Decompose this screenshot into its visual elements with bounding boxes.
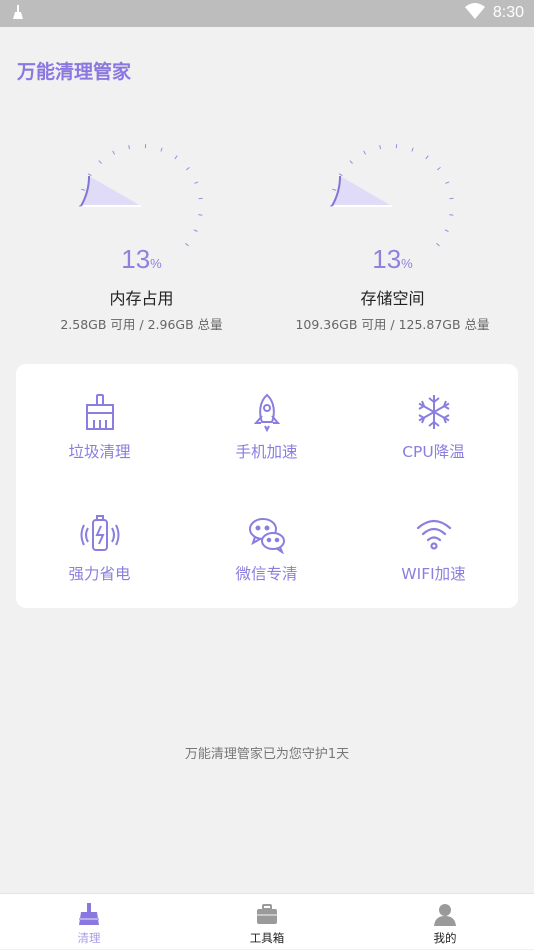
gauge-tick (194, 230, 198, 232)
app-title: 万能清理管家 (17, 57, 131, 84)
power-saving-button[interactable]: 强力省电 (16, 486, 183, 596)
wifi-icon (414, 514, 454, 554)
gauge-tick (129, 145, 130, 149)
cleaner-notification-icon (12, 4, 24, 24)
nav-tab-clean[interactable]: 清理 (0, 894, 178, 950)
gauge-fill (332, 176, 392, 206)
bottom-nav: 清理 工具箱 我的 (0, 893, 534, 949)
junk-clean-button[interactable]: 垃圾清理 (16, 364, 183, 474)
gauge-tick (380, 145, 381, 149)
gauge-tick (339, 174, 342, 176)
battery-charging-icon (80, 514, 120, 554)
rocket-icon (247, 392, 287, 432)
gauge-tick (412, 148, 413, 152)
wechat-icon (247, 514, 287, 554)
nav-tab-toolbox[interactable]: 工具箱 (178, 894, 356, 950)
snowflake-icon (414, 392, 454, 432)
gauge-fill (81, 176, 141, 206)
gauge-tick (194, 182, 198, 184)
broom-icon (77, 902, 101, 926)
gauge-tick (350, 161, 353, 164)
memory-gauge[interactable]: 13% 内存占用 2.58GB 可用 / 2.96GB 总量 (8, 140, 275, 340)
storage-gauge[interactable]: 13% 存储空间 109.36GB 可用 / 125.87GB 总量 (259, 140, 526, 340)
storage-detail: 109.36GB 可用 / 125.87GB 总量 (259, 314, 526, 333)
toolbox-icon (255, 902, 279, 926)
cpu-cooldown-button[interactable]: CPU降温 (350, 364, 517, 474)
gauge-tick (437, 167, 440, 169)
gauge-tick (161, 148, 162, 152)
guard-days-text: 万能清理管家已为您守护1天 (0, 743, 534, 762)
gauge-tick (113, 151, 115, 155)
broom-icon (80, 392, 120, 432)
gauge-tick (332, 189, 336, 190)
memory-percent: 13% (8, 244, 275, 275)
gauge-tick (445, 230, 449, 232)
wifi-speedup-button[interactable]: WIFI加速 (350, 486, 517, 596)
gauge-tick (445, 182, 449, 184)
wechat-clean-button[interactable]: 微信专清 (183, 486, 350, 596)
gauge-tick (175, 156, 177, 159)
tools-card: 垃圾清理 手机加速 CPU降温 (16, 364, 518, 608)
phone-speedup-button[interactable]: 手机加速 (183, 364, 350, 474)
status-bar: 8:30 (0, 0, 534, 27)
gauge-tick (364, 151, 366, 155)
gauge-tick (198, 215, 202, 216)
gauge-tick (186, 167, 189, 169)
gauge-tick (81, 189, 85, 190)
memory-label: 内存占用 (8, 285, 275, 309)
user-icon (433, 902, 457, 926)
wifi-signal-icon (465, 3, 485, 23)
nav-tab-mine[interactable]: 我的 (356, 894, 534, 950)
storage-label: 存储空间 (259, 285, 526, 309)
gauge-tick (426, 156, 428, 159)
gauge-tick (449, 215, 453, 216)
memory-detail: 2.58GB 可用 / 2.96GB 总量 (8, 314, 275, 333)
gauge-tick (88, 174, 91, 176)
gauge-tick (99, 161, 102, 164)
status-time: 8:30 (493, 4, 524, 22)
storage-percent: 13% (259, 244, 526, 275)
